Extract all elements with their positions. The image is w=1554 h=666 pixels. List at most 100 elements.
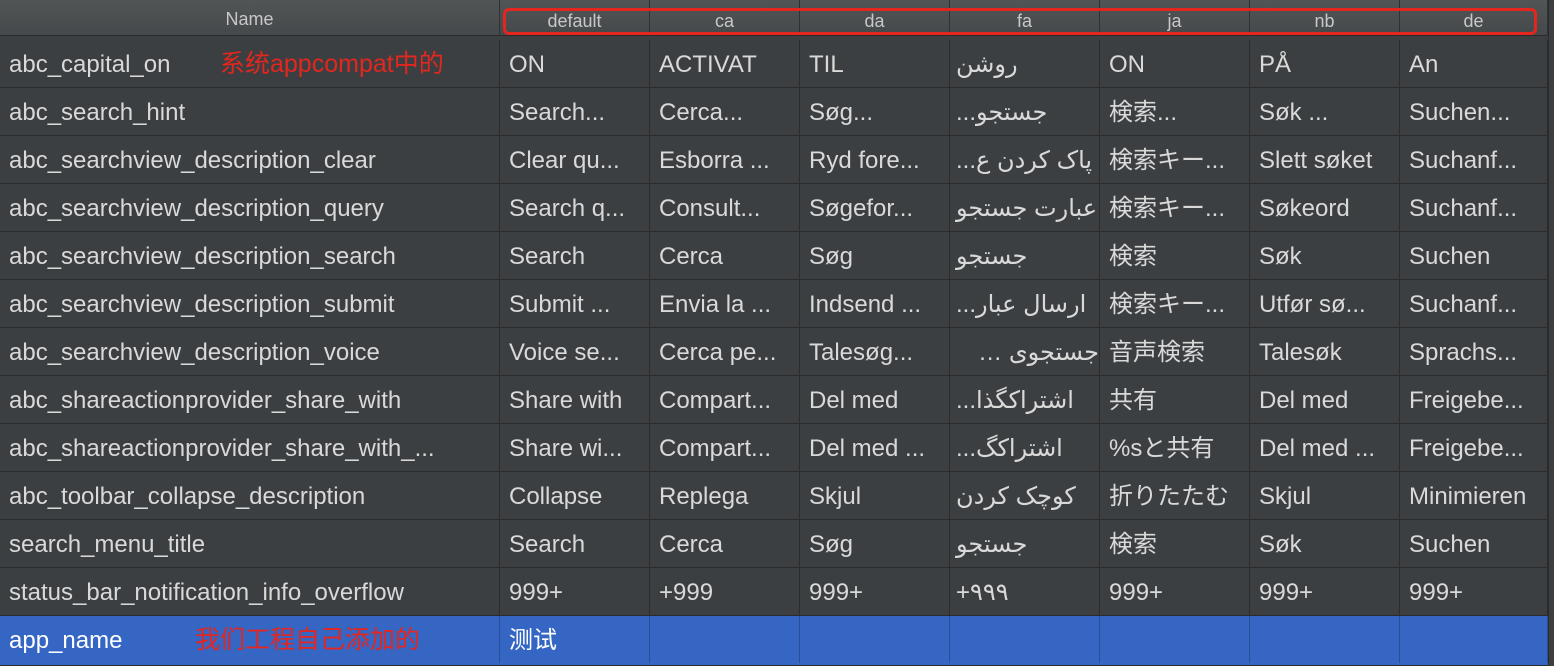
cell-fa[interactable]: جستجو (950, 232, 1100, 279)
cell-ja[interactable]: 検索キー... (1100, 280, 1250, 327)
cell-default[interactable]: Search (500, 232, 650, 279)
cell-da[interactable]: Søg (800, 520, 950, 567)
cell-da[interactable] (800, 616, 950, 663)
cell-fa[interactable]: پاک کردن ع... (950, 136, 1100, 183)
table-row[interactable]: search_menu_title Search Cerca Søg جستجو… (0, 520, 1554, 568)
cell-de[interactable]: Suchanf... (1400, 136, 1548, 183)
row-key[interactable]: abc_shareactionprovider_share_with_... (0, 424, 500, 471)
table-row[interactable]: abc_searchview_description_search Search… (0, 232, 1554, 280)
cell-ja[interactable]: 音声検索 (1100, 328, 1250, 375)
row-key[interactable]: abc_searchview_description_clear (0, 136, 500, 183)
cell-ja[interactable]: 検索 (1100, 232, 1250, 279)
cell-da[interactable]: TIL (800, 40, 950, 87)
cell-ja[interactable]: 999+ (1100, 568, 1250, 615)
cell-fa[interactable]: اشتراکگ... (950, 424, 1100, 471)
cell-fa[interactable]: جستجوی ش... (950, 328, 1100, 375)
cell-fa[interactable]: ۹۹۹+ (950, 568, 1100, 615)
cell-default[interactable]: Collapse (500, 472, 650, 519)
row-key[interactable]: search_menu_title (0, 520, 500, 567)
table-row-selected[interactable]: app_name 我们工程自己添加的 测试 (0, 616, 1554, 666)
cell-da[interactable]: Søg (800, 232, 950, 279)
cell-de[interactable]: Suchanf... (1400, 280, 1548, 327)
row-key[interactable]: abc_search_hint (0, 88, 500, 135)
column-header-nb[interactable]: nb (1250, 0, 1400, 36)
cell-de[interactable]: Freigebe... (1400, 424, 1548, 471)
cell-ja[interactable]: 検索キー... (1100, 136, 1250, 183)
table-row[interactable]: abc_capital_on 系统appcompat中的 ON ACTIVAT … (0, 40, 1554, 88)
cell-default[interactable]: Search q... (500, 184, 650, 231)
cell-da[interactable]: Ryd fore... (800, 136, 950, 183)
cell-nb[interactable]: Del med ... (1250, 424, 1400, 471)
cell-ca[interactable]: Cerca (650, 520, 800, 567)
cell-ja[interactable] (1100, 616, 1250, 663)
cell-default[interactable]: Share wi... (500, 424, 650, 471)
cell-default[interactable]: Clear qu... (500, 136, 650, 183)
cell-ca[interactable]: Replega (650, 472, 800, 519)
cell-de[interactable]: 999+ (1400, 568, 1548, 615)
cell-ca[interactable]: Cerca (650, 232, 800, 279)
table-row[interactable]: abc_shareactionprovider_share_with_... S… (0, 424, 1554, 472)
table-row[interactable]: abc_toolbar_collapse_description Collaps… (0, 472, 1554, 520)
cell-nb[interactable]: Skjul (1250, 472, 1400, 519)
table-row[interactable]: abc_searchview_description_clear Clear q… (0, 136, 1554, 184)
cell-ca[interactable]: ACTIVAT (650, 40, 800, 87)
cell-de[interactable]: Freigebe... (1400, 376, 1548, 423)
cell-da[interactable]: Del med (800, 376, 950, 423)
cell-nb[interactable]: 999+ (1250, 568, 1400, 615)
row-key[interactable]: abc_toolbar_collapse_description (0, 472, 500, 519)
cell-ja[interactable]: 折りたたむ (1100, 472, 1250, 519)
cell-ca[interactable]: Consult... (650, 184, 800, 231)
cell-ja[interactable]: %sと共有 (1100, 424, 1250, 471)
cell-default[interactable]: 测试 (500, 616, 650, 663)
table-row[interactable]: abc_searchview_description_submit Submit… (0, 280, 1554, 328)
cell-ca[interactable]: Envia la ... (650, 280, 800, 327)
column-header-de[interactable]: de (1400, 0, 1548, 36)
cell-nb[interactable]: Søkeord (1250, 184, 1400, 231)
cell-da[interactable]: Del med ... (800, 424, 950, 471)
cell-da[interactable]: Søgefor... (800, 184, 950, 231)
row-key[interactable]: abc_shareactionprovider_share_with (0, 376, 500, 423)
cell-fa[interactable]: جستجو (950, 520, 1100, 567)
cell-ja[interactable]: 検索... (1100, 88, 1250, 135)
column-header-da[interactable]: da (800, 0, 950, 36)
cell-ca[interactable]: Cerca... (650, 88, 800, 135)
table-row[interactable]: abc_searchview_description_query Search … (0, 184, 1554, 232)
row-key[interactable]: abc_searchview_description_query (0, 184, 500, 231)
column-header-default[interactable]: default (500, 0, 650, 36)
cell-ca[interactable] (650, 616, 800, 663)
cell-nb[interactable]: Søk ... (1250, 88, 1400, 135)
cell-default[interactable]: Search (500, 520, 650, 567)
cell-ja[interactable]: ON (1100, 40, 1250, 87)
table-row[interactable]: abc_searchview_description_voice Voice s… (0, 328, 1554, 376)
cell-fa[interactable]: اشتراکگذا... (950, 376, 1100, 423)
cell-fa[interactable] (950, 616, 1100, 663)
column-header-ca[interactable]: ca (650, 0, 800, 36)
cell-fa[interactable]: ارسال عبار... (950, 280, 1100, 327)
cell-nb[interactable] (1250, 616, 1400, 663)
cell-ca[interactable]: Compart... (650, 424, 800, 471)
cell-ca[interactable]: Compart... (650, 376, 800, 423)
cell-ja[interactable]: 検索 (1100, 520, 1250, 567)
row-key[interactable]: status_bar_notification_info_overflow (0, 568, 500, 615)
cell-nb[interactable]: Søk (1250, 520, 1400, 567)
cell-de[interactable]: Sprachs... (1400, 328, 1548, 375)
cell-fa[interactable]: عبارت جستجو (950, 184, 1100, 231)
cell-fa[interactable]: جستجو... (950, 88, 1100, 135)
cell-nb[interactable]: PÅ (1250, 40, 1400, 87)
cell-de[interactable]: An (1400, 40, 1548, 87)
cell-ja[interactable]: 検索キー... (1100, 184, 1250, 231)
cell-default[interactable]: 999+ (500, 568, 650, 615)
vertical-scrollbar[interactable] (1548, 0, 1554, 666)
cell-da[interactable]: Talesøg... (800, 328, 950, 375)
row-key[interactable]: abc_searchview_description_submit (0, 280, 500, 327)
cell-default[interactable]: Voice se... (500, 328, 650, 375)
row-key[interactable]: abc_searchview_description_voice (0, 328, 500, 375)
cell-nb[interactable]: Søk (1250, 232, 1400, 279)
table-row[interactable]: abc_search_hint Search... Cerca... Søg..… (0, 88, 1554, 136)
cell-de[interactable]: Suchanf... (1400, 184, 1548, 231)
cell-nb[interactable]: Utfør sø... (1250, 280, 1400, 327)
cell-default[interactable]: ON (500, 40, 650, 87)
cell-da[interactable]: Skjul (800, 472, 950, 519)
cell-ca[interactable]: Cerca pe... (650, 328, 800, 375)
cell-de[interactable]: Minimieren (1400, 472, 1548, 519)
